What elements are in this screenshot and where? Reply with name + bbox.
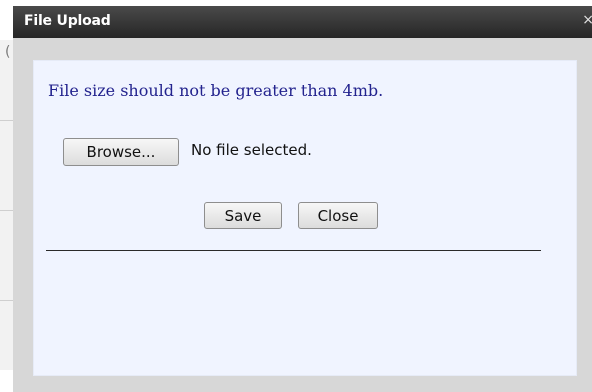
close-button[interactable]: Close	[298, 202, 378, 229]
save-button[interactable]: Save	[204, 202, 282, 229]
file-selection-status: No file selected.	[191, 141, 312, 159]
file-upload-dialog: File Upload × File size should not be gr…	[13, 6, 592, 392]
background-divider	[0, 210, 13, 211]
background-window-edge	[0, 40, 14, 370]
background-divider	[0, 120, 13, 121]
dialog-title: File Upload	[24, 13, 111, 29]
background-divider	[0, 300, 13, 301]
close-icon[interactable]: ×	[582, 12, 592, 28]
browse-button[interactable]: Browse...	[63, 138, 179, 166]
divider	[46, 250, 541, 251]
background-glyph: (	[5, 44, 11, 60]
dialog-content: File size should not be greater than 4mb…	[33, 60, 577, 376]
dialog-titlebar[interactable]: File Upload ×	[13, 6, 592, 38]
file-size-notice: File size should not be greater than 4mb…	[48, 81, 384, 100]
